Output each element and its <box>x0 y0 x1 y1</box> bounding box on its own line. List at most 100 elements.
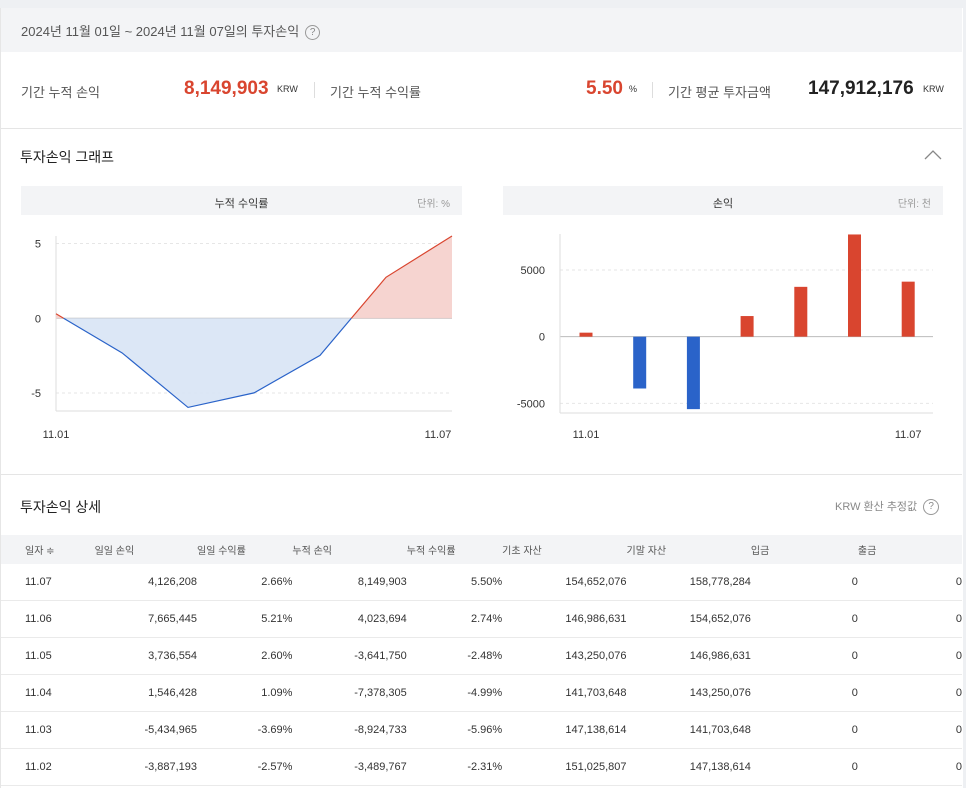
table-cell: 0 <box>857 637 962 675</box>
divider <box>314 82 315 98</box>
table-cell: 3,736,554 <box>94 637 198 675</box>
table-cell: -8,924,733 <box>292 711 407 749</box>
table-cell: 2.66% <box>197 564 293 601</box>
column-header: 누적 수익률 <box>406 535 503 564</box>
bar <box>901 281 915 337</box>
date-range-bar: 2024년 11월 01일 ~ 2024년 11월 07일의 투자손익? <box>1 8 962 52</box>
divider <box>652 82 653 98</box>
table-cell: 4,126,208 <box>94 564 198 601</box>
table-cell: 11.03 <box>1 711 95 749</box>
bar <box>794 286 808 337</box>
table-cell: 11.07 <box>1 564 95 601</box>
cum-profit-value: 8,149,903 <box>184 78 269 99</box>
table-cell: -2.48% <box>406 637 503 675</box>
table-cell: 1.09% <box>197 674 293 712</box>
table-cell: 147,138,614 <box>502 711 627 749</box>
table-cell: 147,138,614 <box>626 748 751 786</box>
table-cell: 11.05 <box>1 637 95 675</box>
cum-return-value: 5.50 <box>586 78 623 99</box>
bar <box>579 332 593 337</box>
profit-chart-header: 손익 단위: 천 <box>503 186 943 215</box>
cum-return-chart-header: 누적 수익률 단위: % <box>21 186 462 215</box>
table-cell: 0 <box>857 564 962 601</box>
chart-unit: 단위: % <box>417 199 450 210</box>
cum-return-unit: % <box>629 84 638 94</box>
table-cell: -7,378,305 <box>292 674 407 712</box>
x-tick-label: 11.01 <box>43 429 70 441</box>
table-cell: 11.02 <box>1 748 95 786</box>
table-cell: 143,250,076 <box>626 674 751 712</box>
table-cell: 7,665,445 <box>94 600 198 638</box>
cum-return-label: 기간 누적 수익률 <box>330 85 421 100</box>
table-cell: -2.57% <box>197 748 293 786</box>
positive-area <box>351 236 452 319</box>
column-header: 출금 <box>857 535 962 564</box>
avg-invest-unit: KRW <box>923 84 944 94</box>
table-cell: 0 <box>750 711 858 749</box>
cum-profit-unit: KRW <box>277 84 298 94</box>
date-range-text: 2024년 11월 01일 ~ 2024년 11월 07일의 투자손익? <box>21 21 321 40</box>
y-tick-label: -5 <box>31 388 41 400</box>
chart-title: 손익 <box>712 198 734 210</box>
y-tick-label: 5 <box>35 238 41 250</box>
table-cell: 5.50% <box>406 564 503 601</box>
table-row: 11.05 3,736,554 2.60% -3,641,750 -2.48% 143,2… <box>1 637 962 675</box>
table-cell: 0 <box>857 600 962 638</box>
x-tick-label: 11.07 <box>895 429 922 441</box>
x-tick-label: 11.07 <box>425 429 452 441</box>
table-cell: 8,149,903 <box>292 564 407 601</box>
table-cell: 2.74% <box>406 600 503 638</box>
table-cell: 154,652,076 <box>626 600 751 638</box>
table-cell: -3,887,193 <box>94 748 198 786</box>
summary-bar: 기간 누적 손익 8,149,903 KRW 기간 누적 수익률 5.50 % … <box>1 52 962 129</box>
table-cell: 0 <box>857 711 962 749</box>
column-header: 입금 <box>750 535 858 564</box>
table-cell: -5,434,965 <box>94 711 198 749</box>
table-cell: 146,986,631 <box>502 600 627 638</box>
table-row: 11.04 1,546,428 1.09% -7,378,305 -4.99% 141,7… <box>1 674 962 712</box>
table-cell: -3,641,750 <box>292 637 407 675</box>
avg-invest-value: 147,912,176 <box>808 78 914 99</box>
y-tick-label: -5000 <box>517 398 545 410</box>
x-tick-label: 11.01 <box>573 429 600 441</box>
column-header: 일일 수익률 <box>197 535 293 564</box>
negative-area <box>63 318 352 408</box>
help-icon[interactable]: ? <box>305 24 321 40</box>
y-tick-label: 0 <box>35 313 41 325</box>
table-header-row: 일자 ≑ 일일 손익 일일 수익률 누적 손익 누적 수익률 기초 자산 기말 자산 입금 출금 <box>1 535 962 564</box>
profit-detail-table: 일자 ≑ 일일 손익 일일 수익률 누적 손익 누적 수익률 기초 자산 기말 자산 입금 출금… <box>1 535 962 786</box>
table-cell: 0 <box>750 748 858 786</box>
table-cell: -5.96% <box>406 711 503 749</box>
table-cell: -2.31% <box>406 748 503 786</box>
table-cell: 0 <box>857 674 962 712</box>
table-cell: 158,778,284 <box>626 564 751 601</box>
table-cell: -3,489,767 <box>292 748 407 786</box>
divider <box>1 474 962 475</box>
table-cell: -4.99% <box>406 674 503 712</box>
avg-invest-label: 기간 평균 투자금액 <box>668 85 771 100</box>
table-cell: 0 <box>750 637 858 675</box>
table-cell: 1,546,428 <box>94 674 198 712</box>
detail-section-title: 투자손익 상세 <box>20 499 102 515</box>
bar <box>633 336 647 389</box>
table-cell: 11.04 <box>1 674 95 712</box>
table-cell: 141,703,648 <box>502 674 627 712</box>
table-cell: 11.06 <box>1 600 95 638</box>
table-cell: -3.69% <box>197 711 293 749</box>
chart-unit: 단위: 천 <box>897 199 931 210</box>
column-header-date[interactable]: 일자 ≑ <box>1 535 95 564</box>
table-cell: 141,703,648 <box>626 711 751 749</box>
table-cell: 0 <box>750 564 858 601</box>
cum-profit-label: 기간 누적 손익 <box>21 85 100 100</box>
table-cell: 143,250,076 <box>502 637 627 675</box>
bar <box>686 336 700 410</box>
table-row: 11.02 -3,887,193 -2.57% -3,489,767 -2.31% 151… <box>1 748 962 786</box>
help-icon[interactable]: ? <box>923 499 940 515</box>
table-cell: 0 <box>750 674 858 712</box>
chart-title: 누적 수익률 <box>214 198 269 210</box>
chevron-up-icon[interactable] <box>924 148 942 160</box>
table-cell: 151,025,807 <box>502 748 627 786</box>
table-row: 11.06 7,665,445 5.21% 4,023,694 2.74% 146,986… <box>1 600 962 638</box>
table-row: 11.03 -5,434,965 -3.69% -8,924,733 -5.96% 147… <box>1 711 962 749</box>
y-tick-label: 5000 <box>521 265 545 277</box>
